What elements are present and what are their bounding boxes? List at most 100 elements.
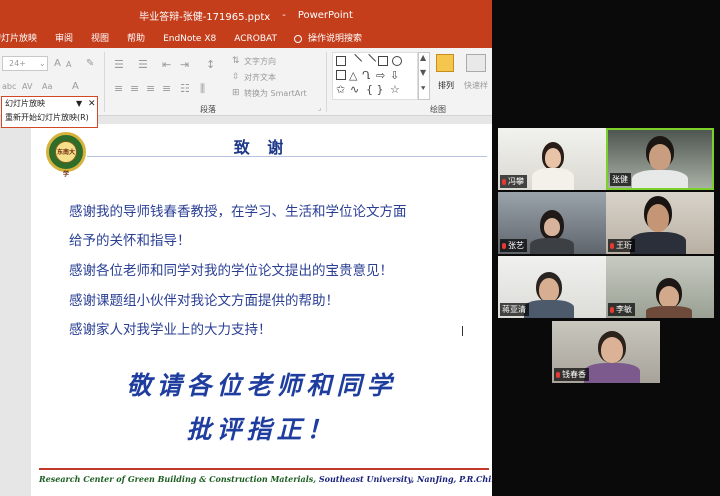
participant-name: 蒋亚清 bbox=[500, 303, 529, 316]
align-center-icon[interactable]: ≡ bbox=[130, 82, 139, 95]
arrange-button[interactable]: 排列 bbox=[438, 80, 454, 91]
participant-body bbox=[532, 168, 574, 190]
text-direction-button[interactable]: 文字方向 bbox=[244, 56, 276, 67]
participant-name-label: 钱春香 bbox=[562, 370, 586, 379]
align-text-button[interactable]: 对齐文本 bbox=[244, 72, 276, 83]
participant-tile[interactable]: 王珩 bbox=[606, 192, 714, 254]
elbow-connector-icon[interactable]: Ղ bbox=[362, 69, 370, 82]
acknowledgement-line: 感谢我的导师钱春香教授，在学习、生活和学位论文方面 bbox=[69, 204, 407, 220]
participant-tile[interactable]: 李敏 bbox=[606, 256, 714, 318]
participant-face bbox=[649, 144, 671, 170]
bullets-icon[interactable]: ☰ bbox=[114, 58, 124, 71]
video-panel: 冯攀 张健 张艺 王珩 蒋亚清 李敏 钱春香 bbox=[492, 0, 720, 496]
chevron-down-icon: ▼ bbox=[420, 68, 427, 77]
participant-name-label: 李敏 bbox=[616, 305, 632, 314]
text-cursor-icon bbox=[462, 326, 463, 336]
strikethrough-icon[interactable]: abc bbox=[2, 82, 16, 91]
clear-format-icon[interactable]: ✎ bbox=[86, 58, 94, 69]
participant-tile[interactable]: 蒋亚清 bbox=[498, 256, 606, 318]
separator bbox=[326, 52, 327, 112]
participant-name-label: 蒋亚清 bbox=[502, 305, 526, 314]
distribute-icon[interactable]: ☷ bbox=[180, 82, 190, 95]
group-label-drawing: 绘图 bbox=[430, 105, 446, 114]
indent-increase-icon[interactable]: ⇥ bbox=[180, 58, 189, 71]
muted-mic-icon bbox=[502, 179, 506, 185]
restart-slideshow-item[interactable]: 重新开始幻灯片放映(R) bbox=[2, 111, 97, 125]
participant-body bbox=[584, 363, 640, 383]
lightbulb-icon bbox=[293, 35, 302, 43]
quick-styles-icon[interactable] bbox=[466, 54, 486, 72]
spacing-icon[interactable]: AV bbox=[22, 82, 32, 91]
tab-slideshow[interactable]: 幻灯片放映 bbox=[0, 30, 46, 48]
shrink-font-icon[interactable]: A bbox=[66, 60, 71, 69]
quick-styles-button[interactable]: 快速样 bbox=[464, 80, 488, 91]
title-divider bbox=[87, 156, 487, 157]
star-shape-icon[interactable]: ✩ bbox=[336, 83, 345, 96]
closing-line-2: 批评指正！ bbox=[186, 415, 337, 444]
rect-shape-icon[interactable] bbox=[336, 70, 346, 80]
justify-icon[interactable]: ≡ bbox=[162, 82, 171, 95]
numbering-icon[interactable]: ☰ bbox=[138, 58, 148, 71]
smartart-icon[interactable]: ⊞ bbox=[232, 88, 240, 98]
footer-organization: Research Center of Green Building & Cons… bbox=[39, 474, 317, 484]
slide[interactable]: 东南大学 致 谢 感谢我的导师钱春香教授，在学习、生活和学位论文方面 给予的关怀… bbox=[31, 124, 502, 496]
tab-help[interactable]: 帮助 bbox=[118, 30, 154, 48]
participant-name-label: 王珩 bbox=[616, 241, 632, 250]
arrow-right-icon[interactable]: ⇨ bbox=[376, 69, 385, 82]
participant-face bbox=[539, 278, 559, 302]
chevron-down-icon: ⌄ bbox=[39, 59, 46, 68]
ellipse-shape-icon[interactable] bbox=[392, 56, 402, 66]
participant-tile[interactable]: 张艺 bbox=[498, 192, 606, 254]
participant-name: 李敏 bbox=[608, 303, 635, 316]
indent-decrease-icon[interactable]: ⇤ bbox=[162, 58, 171, 71]
footer-location: Southeast University, NanJing, P.R.China bbox=[318, 474, 503, 484]
tell-me-search[interactable]: 操作说明搜索 bbox=[306, 30, 371, 48]
dialog-launcher-icon[interactable]: ⌟ bbox=[318, 104, 321, 112]
star-shape-icon[interactable]: ☆ bbox=[390, 83, 400, 96]
acknowledgement-line: 感谢家人对我学业上的大力支持！ bbox=[69, 322, 272, 338]
font-size-box[interactable]: 24+ ⌄ bbox=[2, 56, 48, 71]
grow-font-icon[interactable]: A bbox=[54, 58, 61, 69]
font-color-icon[interactable]: A bbox=[72, 81, 79, 92]
participant-face bbox=[647, 204, 669, 232]
muted-mic-icon bbox=[610, 307, 614, 313]
participant-face bbox=[659, 286, 679, 308]
chevron-up-icon: ▲ bbox=[420, 53, 427, 62]
tab-endnote[interactable]: EndNote X8 bbox=[154, 30, 225, 48]
rectangle-shape-icon[interactable] bbox=[378, 56, 388, 66]
participant-name-label: 张健 bbox=[612, 175, 628, 184]
smartart-button[interactable]: 转换为 SmartArt bbox=[244, 88, 307, 99]
acknowledgement-line: 给予的关怀和指导！ bbox=[69, 233, 191, 249]
acknowledgement-line: 感谢课题组小伙伴对我论文方面提供的帮助！ bbox=[69, 293, 339, 309]
triangle-shape-icon[interactable]: △ bbox=[349, 69, 357, 82]
tab-review[interactable]: 审阅 bbox=[46, 30, 82, 48]
align-right-icon[interactable]: ≡ bbox=[146, 82, 155, 95]
case-icon[interactable]: Aa bbox=[42, 82, 52, 91]
arrange-icon[interactable] bbox=[436, 54, 454, 72]
participant-body bbox=[524, 300, 574, 318]
document-title: 毕业答辩-张健-171965.pptx bbox=[139, 11, 271, 23]
participant-tile[interactable]: 钱春香 bbox=[552, 321, 660, 383]
participant-name: 冯攀 bbox=[500, 175, 527, 188]
brace-shape-icon[interactable]: { } bbox=[366, 83, 384, 96]
dropdown-arrow-icon[interactable]: ▼ bbox=[76, 97, 82, 111]
columns-icon[interactable]: ⫼ bbox=[200, 82, 205, 96]
tab-acrobat[interactable]: ACROBAT bbox=[225, 30, 286, 48]
participant-tile[interactable]: 冯攀 bbox=[498, 128, 606, 190]
participant-tile-active[interactable]: 张健 bbox=[606, 128, 714, 190]
muted-mic-icon bbox=[556, 372, 560, 378]
text-direction-icon[interactable]: ⇅ bbox=[232, 56, 240, 66]
tab-view[interactable]: 视图 bbox=[82, 30, 118, 48]
align-text-icon[interactable]: ⇳ bbox=[232, 72, 240, 82]
participant-body bbox=[646, 306, 692, 318]
separator bbox=[104, 52, 105, 112]
curve-shape-icon[interactable]: ∿ bbox=[350, 83, 359, 96]
textbox-shape-icon[interactable] bbox=[336, 56, 346, 66]
close-icon[interactable]: ✕ bbox=[88, 97, 96, 111]
participant-name: 王珩 bbox=[608, 239, 635, 252]
line-spacing-icon[interactable]: ↕ bbox=[206, 58, 215, 71]
footer-divider bbox=[39, 468, 489, 470]
align-left-icon[interactable]: ≡ bbox=[114, 82, 123, 95]
arrow-down-icon[interactable]: ⇩ bbox=[390, 69, 399, 82]
participant-name-label: 张艺 bbox=[508, 241, 524, 250]
